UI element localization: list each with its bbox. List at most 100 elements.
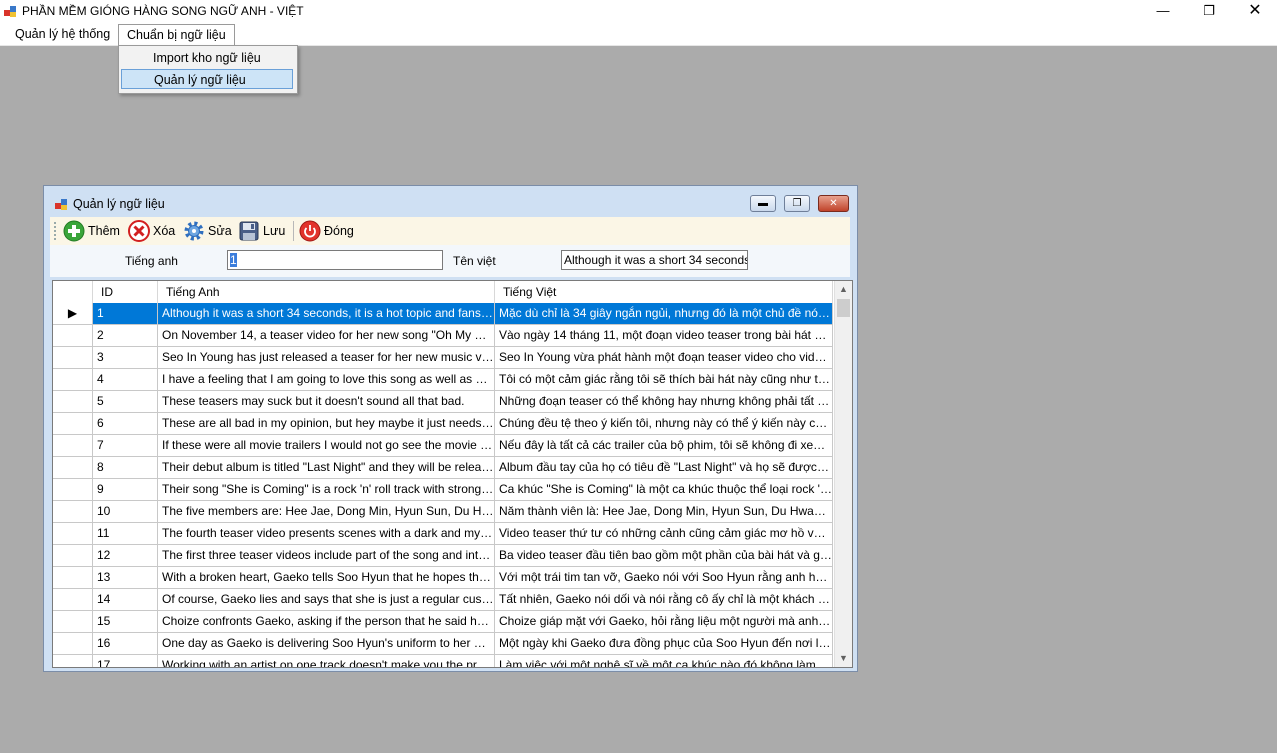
cell-vietnamese[interactable]: Ba video teaser đầu tiên bao gồm một phầ… — [495, 545, 833, 567]
cell-english[interactable]: I have a feeling that I am going to love… — [158, 369, 495, 391]
cell-vietnamese[interactable]: Choize giáp mặt với Gaeko, hỏi rằng liệu… — [495, 611, 833, 633]
scroll-up-icon[interactable]: ▲ — [835, 281, 852, 298]
row-header[interactable] — [53, 523, 93, 545]
cell-vietnamese[interactable]: Làm việc với một nghệ sĩ về một ca khúc … — [495, 655, 833, 667]
cell-english[interactable]: Choize confronts Gaeko, asking if the pe… — [158, 611, 495, 633]
row-header[interactable] — [53, 589, 93, 611]
cell-english[interactable]: Of course, Gaeko lies and says that she … — [158, 589, 495, 611]
table-row[interactable]: 8 Their debut album is titled "Last Night… — [53, 457, 833, 479]
table-row[interactable]: 7 If these were all movie trailers I woul… — [53, 435, 833, 457]
scroll-thumb[interactable] — [837, 299, 850, 317]
cell-id[interactable]: 17 — [93, 655, 158, 667]
cell-id[interactable]: 9 — [93, 479, 158, 501]
table-row[interactable]: 16 One day as Gaeko is delivering Soo Hyu… — [53, 633, 833, 655]
row-header[interactable] — [53, 545, 93, 567]
cell-vietnamese[interactable]: Tôi có một cảm giác rằng tôi sẽ thích bà… — [495, 369, 833, 391]
table-row[interactable]: 17 Working with an artist on one track do… — [53, 655, 833, 667]
cell-id[interactable]: 13 — [93, 567, 158, 589]
cell-english[interactable]: Although it was a short 34 seconds, it i… — [158, 303, 495, 325]
row-header[interactable] — [53, 391, 93, 413]
cell-id[interactable]: 11 — [93, 523, 158, 545]
cell-english[interactable]: Working with an artist on one track does… — [158, 655, 495, 667]
table-row[interactable]: 4I have a feeling that I am going to lov… — [53, 369, 833, 391]
table-row[interactable]: 15 Choize confronts Gaeko, asking if the … — [53, 611, 833, 633]
english-input[interactable]: 1 — [227, 250, 443, 270]
cell-vietnamese[interactable]: Mặc dù chỉ là 34 giây ngắn ngủi, nhưng đ… — [495, 303, 833, 325]
row-header[interactable] — [53, 611, 93, 633]
row-header[interactable] — [53, 435, 93, 457]
cell-english[interactable]: With a broken heart, Gaeko tells Soo Hyu… — [158, 567, 495, 589]
row-header[interactable] — [53, 567, 93, 589]
cell-vietnamese[interactable]: Nếu đây là tất cả các trailer của bộ phi… — [495, 435, 833, 457]
cell-id[interactable]: 14 — [93, 589, 158, 611]
row-header[interactable] — [53, 457, 93, 479]
table-row[interactable]: 11 The fourth teaser video presents scene… — [53, 523, 833, 545]
cell-id[interactable]: 10 — [93, 501, 158, 523]
cell-vietnamese[interactable]: Chúng đều tệ theo ý kiến tôi, nhưng này … — [495, 413, 833, 435]
cell-english[interactable]: On November 14, a teaser video for her n… — [158, 325, 495, 347]
row-header[interactable] — [53, 655, 93, 667]
cell-vietnamese[interactable]: Những đoạn teaser có thể không hay nhưng… — [495, 391, 833, 413]
cell-id[interactable]: 1 — [93, 303, 158, 325]
save-button[interactable]: Lưu — [238, 220, 285, 242]
table-row[interactable]: 13 With a broken heart, Gaeko tells Soo H… — [53, 567, 833, 589]
row-header[interactable] — [53, 347, 93, 369]
cell-id[interactable]: 6 — [93, 413, 158, 435]
add-button[interactable]: Thêm — [63, 220, 120, 242]
vertical-scrollbar[interactable]: ▲ ▼ — [834, 281, 852, 667]
row-header[interactable] — [53, 633, 93, 655]
cell-english[interactable]: If these were all movie trailers I would… — [158, 435, 495, 457]
table-row[interactable]: 5 These teasers may suck but it doesn't s… — [53, 391, 833, 413]
child-close-button[interactable]: ✕ — [818, 195, 849, 212]
table-row[interactable]: 2 On November 14, a teaser video for her … — [53, 325, 833, 347]
row-header[interactable] — [53, 325, 93, 347]
cell-id[interactable]: 7 — [93, 435, 158, 457]
cell-vietnamese[interactable]: Tất nhiên, Gaeko nói dối và nói rằng cô … — [495, 589, 833, 611]
column-header-vietnamese[interactable]: Tiếng Việt — [495, 281, 833, 303]
row-header[interactable] — [53, 479, 93, 501]
cell-id[interactable]: 5 — [93, 391, 158, 413]
cell-english[interactable]: The fourth teaser video presents scenes … — [158, 523, 495, 545]
menu-system-management[interactable]: Quản lý hệ thống — [7, 24, 118, 44]
cell-id[interactable]: 16 — [93, 633, 158, 655]
table-row[interactable]: 3 Seo In Young has just released a teaser… — [53, 347, 833, 369]
row-header[interactable] — [53, 501, 93, 523]
cell-vietnamese[interactable]: Video teaser thứ tư có những cảnh cũng c… — [495, 523, 833, 545]
child-restore-button[interactable]: ❐ — [784, 195, 810, 212]
menu-corpus-preparation[interactable]: Chuẩn bị ngữ liệu — [118, 24, 235, 46]
cell-id[interactable]: 8 — [93, 457, 158, 479]
cell-vietnamese[interactable]: Ca khúc "She is Coming" là một ca khúc t… — [495, 479, 833, 501]
column-header-id[interactable]: ID — [93, 281, 158, 303]
table-row[interactable]: 9 Their song "She is Coming" is a rock 'n… — [53, 479, 833, 501]
cell-vietnamese[interactable]: Album đầu tay của họ có tiêu đề "Last Ni… — [495, 457, 833, 479]
cell-english[interactable]: The first three teaser videos include pa… — [158, 545, 495, 567]
column-header-english[interactable]: Tiếng Anh — [158, 281, 495, 303]
table-row[interactable]: 6 These are all bad in my opinion, but he… — [53, 413, 833, 435]
current-row-indicator[interactable]: ▶ — [53, 303, 93, 325]
row-header[interactable] — [53, 413, 93, 435]
child-minimize-button[interactable]: ▬ — [750, 195, 776, 212]
edit-button[interactable]: Sửa — [183, 220, 232, 242]
cell-english[interactable]: Their debut album is titled "Last Night"… — [158, 457, 495, 479]
cell-id[interactable]: 3 — [93, 347, 158, 369]
restore-button[interactable]: ❐ — [1186, 0, 1232, 23]
cell-vietnamese[interactable]: Một ngày khi Gaeko đưa đồng phục của Soo… — [495, 633, 833, 655]
menu-item-import-corpus[interactable]: Import kho ngữ liệu — [121, 48, 293, 68]
cell-vietnamese[interactable]: Với một trái tim tan vỡ, Gaeko nói với S… — [495, 567, 833, 589]
row-header[interactable] — [53, 369, 93, 391]
close-button[interactable]: ✕ — [1232, 0, 1277, 23]
cell-english[interactable]: Their song "She is Coming" is a rock 'n'… — [158, 479, 495, 501]
scroll-down-icon[interactable]: ▼ — [835, 650, 852, 667]
vietnamese-input[interactable]: Although it was a short 34 seconds, it i — [561, 250, 748, 270]
cell-id[interactable]: 12 — [93, 545, 158, 567]
cell-id[interactable]: 4 — [93, 369, 158, 391]
close-form-button[interactable]: Đóng — [299, 220, 354, 242]
cell-vietnamese[interactable]: Seo In Young vừa phát hành một đoạn teas… — [495, 347, 833, 369]
cell-vietnamese[interactable]: Năm thành viên là: Hee Jae, Dong Min, Hy… — [495, 501, 833, 523]
minimize-button[interactable]: — — [1140, 0, 1186, 23]
table-row[interactable]: 12 The first three teaser videos include … — [53, 545, 833, 567]
cell-english[interactable]: Seo In Young has just released a teaser … — [158, 347, 495, 369]
table-row[interactable]: 10 The five members are: Hee Jae, Dong Mi… — [53, 501, 833, 523]
cell-english[interactable]: These teasers may suck but it doesn't so… — [158, 391, 495, 413]
cell-id[interactable]: 2 — [93, 325, 158, 347]
